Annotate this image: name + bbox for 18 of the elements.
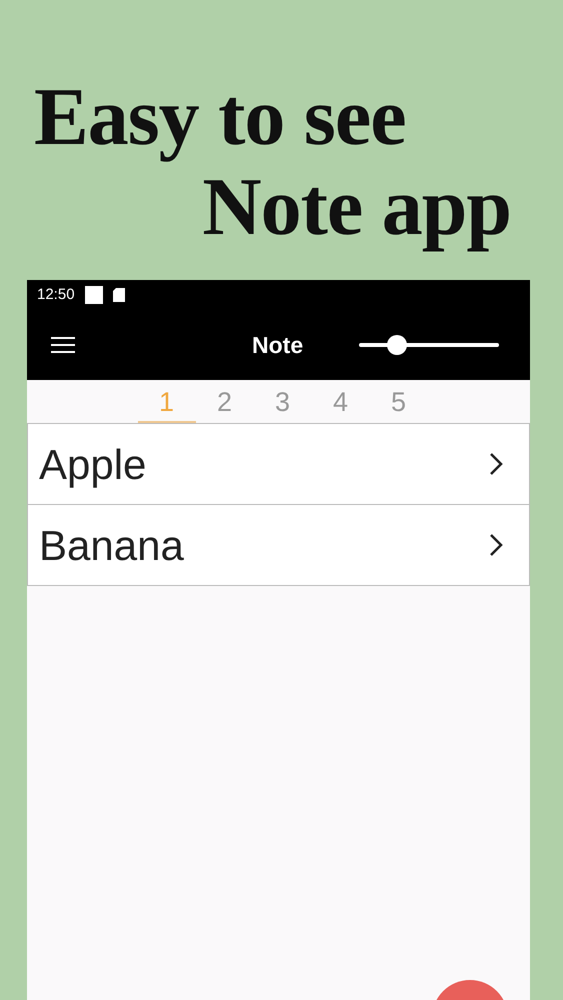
chevron-right-icon (489, 452, 503, 476)
page-tab[interactable]: 2 (196, 380, 254, 423)
status-time: 12:50 (37, 284, 75, 305)
toolbar-title: Note (252, 330, 304, 360)
note-row[interactable]: Banana (27, 504, 530, 586)
page-tab[interactable]: 5 (370, 380, 428, 423)
slider[interactable] (359, 333, 499, 357)
note-title: Banana (39, 520, 184, 570)
sd-card-icon (112, 288, 125, 302)
headline: Note app (202, 162, 512, 252)
menu-icon[interactable] (51, 335, 75, 355)
chevron-right-icon (489, 533, 503, 557)
note-row[interactable]: Apple (27, 423, 530, 505)
page-tab[interactable]: 4 (312, 380, 370, 423)
headline: Easy to see (33, 72, 407, 162)
page-tab[interactable]: 3 (254, 380, 312, 423)
note-title: Apple (39, 440, 146, 490)
notification-icon (84, 286, 103, 304)
